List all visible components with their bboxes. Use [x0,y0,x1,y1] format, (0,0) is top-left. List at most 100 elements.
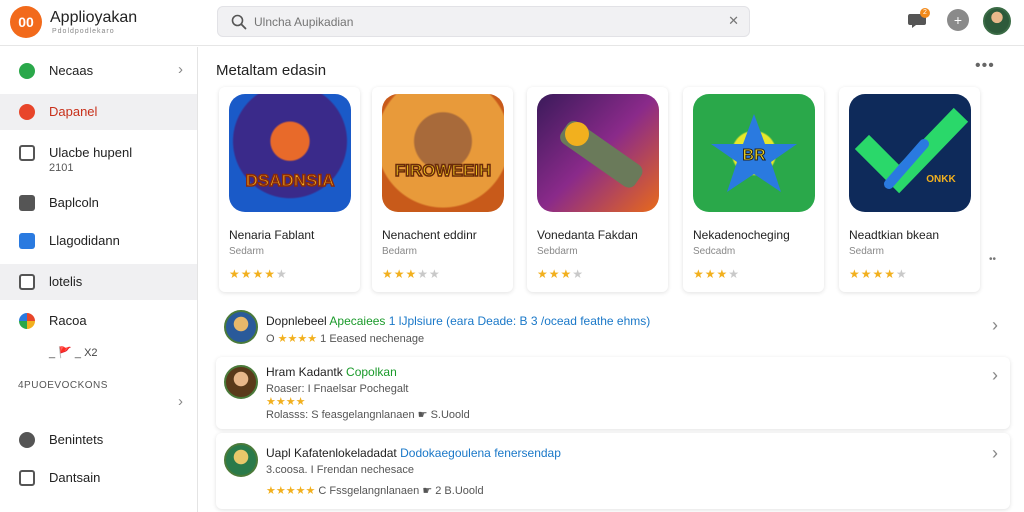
list-item-meta-secondary: ★★★★★ C Fssgelangnlanaen ☛ 2 B.Uoold [266,484,484,497]
app-card[interactable]: Vonedanta Fakdan Sebdarm ★★★★ [527,87,668,292]
list-item-meta: O ★★★★ 1 Eeased nechenage [266,332,424,345]
app-developer: Sedarm [229,246,265,257]
rating-stars: ★★★★ [693,267,741,281]
list-item-meta-secondary: Rolasss: S feasgelangnlanaen ☛ S.Uoold [266,409,470,421]
app-card[interactable]: BR Nekadenocheging Sedcadm ★★★★ [683,87,824,292]
rating-stars: ★★★★★ [849,267,908,281]
sidebar-item-count: 2101 [49,162,74,174]
section-title: Metaltam edasin [216,62,327,79]
chevron-right-icon[interactable]: › [178,393,183,410]
chevron-right-icon: › [178,61,183,78]
rating-stars: ★★★★★ [266,485,316,497]
rating-stars: ★★★★ [537,267,585,281]
app-icon-label: ONKK [926,174,956,185]
edit-icon [19,470,35,486]
list-item-tag: Apecaiees [329,314,386,328]
check-badge-icon [19,104,35,120]
list-item-title-main: Hram Kadantk [266,365,343,379]
app-developer: Sedcadm [693,246,736,257]
list-item[interactable]: Hram Kadantk Copolkan Roaser: I Fnaelsar… [216,357,1010,429]
main-content: Metaltam edasin ••• DSADNSIA Nenaria Fab… [199,47,1024,512]
app-thumbnail [224,443,258,477]
app-card[interactable]: ONKK Neadtkian bkean Sedarm ★★★★★ [839,87,980,292]
rating-stars: ★★★★ [266,396,306,408]
clear-search-icon[interactable]: ✕ [728,13,739,29]
monitor-icon [19,145,35,161]
list-item-title: Dopnlebeel Apecaiees 1 lJplsiure (eara D… [266,314,650,328]
app-name: Nenachent eddinr [382,228,477,242]
app-title: Applioyakan [50,9,138,26]
sidebar-item-lotelis[interactable]: lotelis [0,264,197,300]
sidebar-item-llagodidann[interactable]: Llagodidann [0,223,197,259]
app-subtitle: Pdoldpodlekaro [52,28,115,35]
app-thumbnail [224,365,258,399]
app-name: Neadtkian bkean [849,228,940,242]
list-item[interactable]: Uapl Kafatenlokeladadat Dodokaegoulena f… [216,433,1010,509]
sidebar-item-baplcoln[interactable]: Baplcoln [0,185,197,221]
sidebar-item-racoa[interactable]: Racoa [0,303,197,339]
sidebar-item-label: Llagodidann [49,233,120,248]
check-circle-icon [19,63,35,79]
search-bar[interactable]: ✕ [217,6,750,37]
sidebar-item-label: Ulacbe hupenl [49,145,133,160]
window-icon [19,274,35,290]
sidebar-item-benintets[interactable]: Benintets [0,422,197,458]
bag-icon [19,195,35,211]
top-bar: 00 Applioyakan Pdoldpodlekaro ✕ 2 + [0,0,1024,46]
cannon-art-icon [560,120,643,188]
list-item-meta: 3.coosa. I Frendan nechesace [266,464,414,476]
list-item-title: Hram Kadantk Copolkan [266,365,397,379]
settings-icon [19,432,35,448]
app-icon-label: DSADNSIA [246,171,335,190]
search-input[interactable] [254,12,714,32]
search-icon [231,14,247,30]
sidebar-item-dapanel[interactable]: Dapanel [0,94,197,130]
sidebar-item-label: Benintets [49,432,104,447]
sidebar-item-label: Dapanel [49,104,98,119]
app-card[interactable]: FIROWEEIH Nenachent eddinr Bedarm ★★★★★ [372,87,513,292]
app-card[interactable]: DSADNSIA Nenaria Fablant Sedarm ★★★★★ [219,87,360,292]
app-icon-label: BR [742,147,766,164]
app-icon: BR [693,94,815,212]
chevron-right-icon[interactable]: › [992,443,998,464]
list-item-meta: Roaser: I Fnaelsar Pochegalt [266,383,409,395]
sidebar-item-dantsain[interactable]: Dantsain [0,460,197,496]
sidebar: Necaas › Dapanel Ulacbe hupenl 2101 Bapl… [0,47,198,512]
google-icon [19,313,35,329]
user-avatar[interactable] [983,7,1011,35]
app-icon: ONKK [849,94,971,212]
notification-badge: 2 [920,8,930,18]
sidebar-item-necaas[interactable]: Necaas › [0,53,197,89]
list-item-detail: Dodokaegoulena fenersendap [400,446,561,460]
list-item-title-main: Dopnlebeel [266,314,327,328]
app-icon: FIROWEEIH [382,94,504,212]
more-options-icon[interactable]: ••• [975,57,995,75]
meta-text: 1 Eeased nechenage [320,333,425,345]
sidebar-small-text: _ 🚩 _ X2 [49,347,98,359]
add-icon[interactable]: + [947,9,969,31]
rating-stars: ★★★★★ [382,267,441,281]
list-item-title: Uapl Kafatenlokeladadat Dodokaegoulena f… [266,446,561,460]
app-name: Nekadenocheging [693,228,790,242]
app-developer: Bedarm [382,246,418,257]
sidebar-item-label: Racoa [49,313,87,328]
app-icon: DSADNSIA [229,94,351,212]
document-icon [19,233,35,249]
list-item[interactable]: Dopnlebeel Apecaiees 1 lJplsiure (eara D… [216,305,1010,353]
rating-stars: ★★★★★ [229,267,288,281]
check-logo-icon: ONKK [854,107,969,194]
app-logo[interactable]: 00 [10,6,42,38]
meta-text: C Fssgelangnlanaen ☛ 2 B.Uoold [318,485,484,497]
chevron-right-icon[interactable]: › [992,365,998,386]
chevron-right-icon[interactable]: › [992,315,998,336]
carousel-dots[interactable]: •• [989,254,996,265]
rating-stars: ★★★★ [277,333,318,345]
app-name: Vonedanta Fakdan [537,228,638,242]
game-art-icon: FIROWEEIH [394,160,492,181]
sidebar-item-label: lotelis [49,274,83,289]
sidebar-item-updates[interactable]: Ulacbe hupenl 2101 [0,135,197,177]
sidebar-section-header: 4PUOEVOCKONS [18,380,108,391]
sidebar-item-label: Necaas [49,63,94,78]
app-developer: Sedarm [849,246,885,257]
meta-prefix: O [266,333,275,345]
